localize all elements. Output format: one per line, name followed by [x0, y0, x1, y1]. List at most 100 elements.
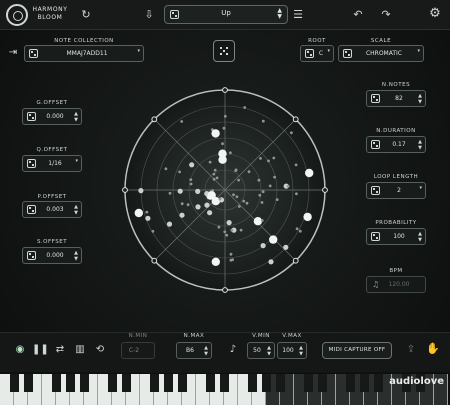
note-dot[interactable] — [186, 203, 190, 207]
note-dot[interactable] — [295, 227, 299, 231]
piano-black-key[interactable] — [374, 374, 383, 392]
note-dot[interactable] — [234, 168, 238, 172]
note-dot[interactable] — [239, 228, 243, 232]
note-dot[interactable] — [247, 170, 251, 174]
note-dot[interactable] — [258, 193, 262, 197]
note-dot[interactable] — [195, 204, 201, 210]
note-dot[interactable] — [275, 198, 279, 202]
note-dot[interactable] — [261, 119, 265, 123]
drag-hand-icon[interactable]: ✋ — [425, 341, 441, 357]
piano-black-key[interactable] — [346, 374, 355, 392]
note-dot[interactable] — [260, 243, 266, 249]
note-dot[interactable] — [231, 258, 235, 262]
keyboard-icon[interactable]: ▥ — [72, 342, 88, 358]
shuffle-icon[interactable]: ⇄ — [52, 342, 68, 358]
piano-black-key[interactable] — [24, 374, 33, 392]
note-dot[interactable] — [208, 160, 212, 164]
note-dot[interactable] — [290, 131, 293, 135]
note-dot[interactable] — [151, 229, 155, 233]
loop-icon[interactable]: ⟲ — [92, 342, 108, 358]
note-dot[interactable] — [229, 252, 233, 256]
note-dot[interactable] — [215, 176, 219, 180]
note-dot[interactable] — [221, 142, 224, 146]
note-dot[interactable] — [211, 257, 220, 266]
note-dot[interactable] — [303, 212, 312, 222]
note-dot[interactable] — [230, 228, 234, 232]
note-dot[interactable] — [189, 162, 195, 168]
note-dot[interactable] — [253, 217, 263, 226]
note-dot[interactable] — [211, 129, 220, 138]
piano-black-key[interactable] — [150, 374, 159, 392]
piano-black-key[interactable] — [164, 374, 173, 392]
stepper-icon[interactable]: ▲ ▼ — [204, 345, 208, 357]
piano-black-key[interactable] — [262, 374, 271, 392]
note-dot[interactable] — [177, 188, 183, 194]
note-dot[interactable] — [223, 114, 227, 118]
export-icon[interactable]: ⇪ — [403, 342, 419, 358]
radar-handle[interactable] — [292, 116, 299, 123]
v-min-field[interactable]: 50 ▲ ▼ — [247, 342, 275, 359]
piano-black-key[interactable] — [206, 374, 215, 392]
note-dot[interactable] — [237, 178, 241, 182]
note-dot[interactable] — [189, 178, 193, 182]
note-dot[interactable] — [212, 172, 216, 176]
note-dot[interactable] — [223, 230, 227, 234]
note-dot[interactable] — [207, 210, 213, 216]
radar-handle[interactable] — [222, 87, 228, 93]
piano-black-key[interactable] — [10, 374, 19, 392]
piano-black-key[interactable] — [66, 374, 75, 392]
note-dot[interactable] — [273, 175, 276, 179]
stepper-icon[interactable]: ▲ ▼ — [299, 345, 303, 357]
note-dot[interactable] — [257, 178, 261, 182]
note-dot[interactable] — [259, 157, 262, 160]
note-dot[interactable] — [166, 221, 173, 227]
radar-handle[interactable] — [151, 257, 158, 264]
note-dot[interactable] — [225, 233, 229, 237]
piano-black-key[interactable] — [52, 374, 61, 392]
note-dot[interactable] — [138, 188, 144, 194]
note-dot[interactable] — [260, 201, 264, 204]
radar-handle[interactable] — [122, 187, 128, 193]
note-dot[interactable] — [179, 212, 185, 218]
n-min-field[interactable]: C-2 — [121, 342, 155, 359]
note-dot[interactable] — [213, 168, 217, 172]
note-dot[interactable] — [204, 202, 210, 208]
stepper-icon[interactable]: ▲ ▼ — [267, 345, 271, 357]
piano-black-key[interactable] — [304, 374, 313, 392]
note-dot[interactable] — [269, 235, 278, 244]
piano-black-key[interactable] — [248, 374, 257, 392]
note-dot[interactable] — [145, 215, 151, 221]
note-dot[interactable] — [229, 151, 232, 155]
note-dot[interactable] — [217, 225, 221, 229]
note-dot[interactable] — [180, 120, 184, 123]
piano-black-key[interactable] — [318, 374, 327, 392]
piano-black-key[interactable] — [108, 374, 117, 392]
radar-handle[interactable] — [292, 257, 299, 264]
note-dot[interactable] — [145, 210, 149, 214]
note-dot[interactable] — [212, 177, 216, 181]
piano-black-key[interactable] — [178, 374, 187, 392]
note-dot[interactable] — [218, 149, 227, 158]
note-dot[interactable] — [189, 182, 193, 186]
note-dot[interactable] — [232, 193, 235, 197]
note-dot[interactable] — [226, 220, 232, 226]
note-dot[interactable] — [268, 184, 272, 188]
pause-icon[interactable]: ❚❚ — [32, 342, 49, 358]
piano-black-key[interactable] — [122, 374, 131, 392]
note-dot[interactable] — [195, 188, 201, 194]
note-dot[interactable] — [164, 167, 168, 171]
note-dot[interactable] — [268, 259, 274, 265]
note-dot[interactable] — [261, 190, 265, 194]
radar-handle[interactable] — [322, 187, 328, 193]
velocity-icon[interactable]: ♪ — [225, 342, 241, 358]
note-dot[interactable] — [295, 192, 298, 196]
piano-black-key[interactable] — [80, 374, 89, 392]
note-dot[interactable] — [134, 208, 143, 218]
note-dot[interactable] — [222, 126, 226, 130]
note-dot[interactable] — [243, 106, 247, 109]
note-dot[interactable] — [245, 201, 249, 205]
note-dot[interactable] — [218, 197, 222, 201]
note-dot[interactable] — [260, 219, 264, 222]
note-dot[interactable] — [298, 229, 302, 233]
note-dot[interactable] — [286, 184, 290, 188]
